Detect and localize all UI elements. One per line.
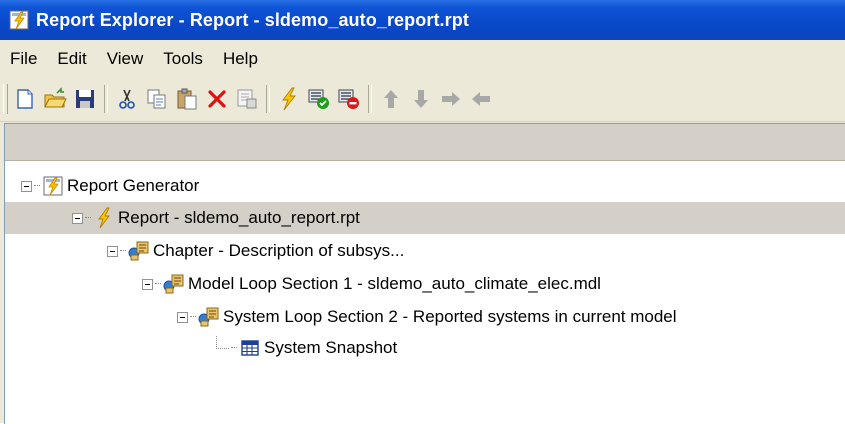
tree-node-label: Report - sldemo_auto_report.rpt: [118, 208, 360, 227]
chapter-icon: [128, 241, 149, 261]
tree-node-label: Report Generator: [67, 176, 200, 195]
menu-view[interactable]: View: [98, 49, 155, 69]
move-up-button[interactable]: [376, 82, 406, 116]
menu-bar: File Edit View Tools Help: [0, 40, 845, 77]
open-folder-icon: [44, 87, 67, 108]
report-generator-icon: [43, 176, 63, 196]
delete-button[interactable]: [202, 82, 232, 116]
tree-node-label: Model Loop Section 1 - sldemo_auto_clima…: [188, 274, 601, 293]
move-down-button[interactable]: [406, 82, 436, 116]
tree-node-chapter[interactable]: Chapter - Description of subsys...: [5, 235, 845, 267]
menu-file[interactable]: File: [0, 49, 48, 69]
move-left-button[interactable]: [466, 82, 496, 116]
system-snapshot-icon: [241, 340, 259, 356]
properties-icon: [237, 89, 257, 109]
toolbar-separator: [104, 85, 108, 113]
collapse-toggle[interactable]: [107, 245, 118, 257]
paste-icon: [177, 88, 197, 110]
title-bar[interactable]: Report Explorer - Report - sldemo_auto_r…: [0, 0, 845, 40]
deactivate-component-button[interactable]: [334, 82, 364, 116]
menu-help[interactable]: Help: [214, 49, 269, 69]
delete-icon: [208, 90, 226, 108]
generate-report-button[interactable]: [274, 82, 304, 116]
tree-node-label: Chapter - Description of subsys...: [153, 241, 405, 260]
properties-button[interactable]: [232, 82, 262, 116]
system-loop-icon: [198, 307, 219, 327]
tree-node-report[interactable]: Report - sldemo_auto_report.rpt: [5, 202, 845, 234]
tree-node-system-loop[interactable]: System Loop Section 2 - Reported systems…: [5, 301, 845, 333]
tree-node-model-loop[interactable]: Model Loop Section 1 - sldemo_auto_clima…: [5, 268, 845, 300]
report-lightning-icon: [98, 207, 110, 229]
deactivate-component-icon: [338, 89, 359, 109]
toolbar-separator: [266, 85, 270, 113]
activate-component-button[interactable]: [304, 82, 334, 116]
copy-icon: [147, 89, 166, 109]
panel-header: [5, 124, 845, 161]
save-button[interactable]: [70, 82, 100, 116]
tree-node-report-generator[interactable]: Report Generator: [5, 170, 845, 202]
move-left-icon: [472, 92, 490, 106]
menu-tools[interactable]: Tools: [154, 49, 214, 69]
move-up-icon: [384, 90, 398, 108]
cut-button[interactable]: [112, 82, 142, 116]
outline-panel: Report Generator Report - sldemo_auto_re…: [4, 123, 845, 424]
new-icon: [17, 89, 33, 109]
toolbar-separator: [368, 85, 372, 113]
collapse-toggle[interactable]: [72, 212, 83, 224]
move-down-icon: [414, 90, 428, 108]
copy-button[interactable]: [142, 82, 172, 116]
cut-icon: [119, 89, 135, 109]
window-title: Report Explorer - Report - sldemo_auto_r…: [36, 9, 469, 30]
generate-report-icon: [282, 87, 296, 111]
open-button[interactable]: [40, 82, 70, 116]
tree-node-label: System Snapshot: [264, 338, 398, 357]
new-button[interactable]: [10, 82, 40, 116]
paste-button[interactable]: [172, 82, 202, 116]
move-right-icon: [442, 92, 460, 106]
toolbar: [0, 77, 845, 122]
model-loop-icon: [163, 274, 184, 294]
collapse-toggle[interactable]: [142, 278, 153, 290]
collapse-toggle[interactable]: [21, 180, 32, 192]
report-explorer-window: Report Explorer - Report - sldemo_auto_r…: [0, 0, 845, 424]
menu-edit[interactable]: Edit: [48, 49, 97, 69]
report-generator-app-icon: [9, 10, 29, 30]
tree-node-system-snapshot[interactable]: System Snapshot: [5, 332, 845, 364]
tree-node-label: System Loop Section 2 - Reported systems…: [223, 307, 677, 326]
collapse-toggle[interactable]: [177, 311, 188, 323]
move-right-button[interactable]: [436, 82, 466, 116]
save-icon: [76, 90, 94, 108]
activate-component-icon: [308, 89, 329, 109]
toolbar-grip[interactable]: [3, 84, 8, 114]
